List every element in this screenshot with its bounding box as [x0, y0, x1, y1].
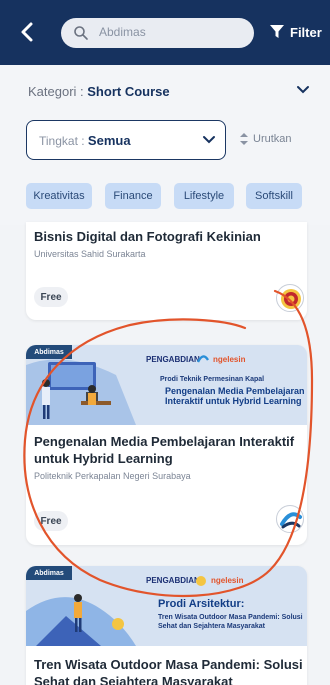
- course-title: Pengenalan Media Pembelajaran Interaktif…: [34, 434, 295, 466]
- university-seal-icon: [281, 289, 301, 309]
- sort-button[interactable]: Urutkan: [240, 133, 292, 145]
- banner-headline: Tren Wisata Outdoor Masa Pandemi: Solusi…: [158, 614, 303, 630]
- kategori-selector[interactable]: Kategori : Short Course: [28, 84, 170, 99]
- search-input[interactable]: Abdimas: [61, 18, 254, 48]
- kategori-label: Kategori :: [28, 84, 88, 99]
- course-institution: Politeknik Perkapalan Negeri Surabaya: [34, 471, 191, 481]
- banner-prodi: Prodi Teknik Permesinan Kapal: [160, 376, 265, 383]
- course-title: Tren Wisata Outdoor Masa Pandemi: Solusi…: [34, 657, 303, 685]
- course-banner: Abdimas PENGABDIAN ngelesin Prodi Arsite…: [26, 566, 307, 646]
- chevron-down-icon: [203, 136, 215, 144]
- filter-button[interactable]: Filter: [270, 20, 322, 44]
- university-logo: [276, 284, 304, 312]
- chip-kreativitas[interactable]: Kreativitas: [26, 183, 92, 209]
- course-card[interactable]: Abdimas PENGABDIAN ngelesin Prodi Teknik…: [26, 345, 307, 545]
- course-institution: Universitas Sahid Surakarta: [34, 249, 146, 259]
- category-tag: Abdimas: [26, 566, 72, 580]
- sort-label: Urutkan: [253, 133, 292, 145]
- banner-headline: Pengenalan Media Pembelajaran Interaktif…: [165, 386, 305, 406]
- banner-prodi: Prodi Arsitektur:: [158, 598, 245, 610]
- course-card[interactable]: Bisnis Digital dan Fotografi Kekinian Un…: [26, 222, 307, 320]
- category-tag: Abdimas: [26, 345, 72, 359]
- filter-label: Filter: [290, 24, 322, 40]
- chip-finance[interactable]: Finance: [105, 183, 161, 209]
- back-arrow-icon[interactable]: [16, 20, 40, 44]
- institution-logo: [276, 505, 304, 533]
- tingkat-label: Tingkat :: [39, 134, 88, 148]
- course-card[interactable]: Abdimas PENGABDIAN ngelesin Prodi Arsite…: [26, 566, 307, 685]
- banner-brand-left: PENGABDIAN: [146, 355, 200, 364]
- course-title: Bisnis Digital dan Fotografi Kekinian: [34, 229, 261, 244]
- search-icon: [74, 26, 88, 40]
- tingkat-value: Semua: [87, 133, 131, 148]
- ngelesin-logo-icon: [196, 576, 206, 586]
- top-bar: Abdimas Filter: [0, 0, 330, 65]
- kategori-value: Short Course: [87, 84, 170, 99]
- course-banner: Abdimas PENGABDIAN ngelesin Prodi Teknik…: [26, 345, 307, 425]
- chip-softskill[interactable]: Softskill: [246, 183, 302, 209]
- swoosh-logo-icon: [280, 512, 302, 529]
- sort-arrows-icon: [240, 133, 248, 145]
- tingkat-label-wrap: Tingkat : Semua: [39, 133, 131, 148]
- price-badge: Free: [34, 511, 68, 531]
- banner-brand-left: PENGABDIAN: [146, 576, 200, 585]
- price-badge: Free: [34, 287, 68, 307]
- chip-lifestyle[interactable]: Lifestyle: [174, 183, 234, 209]
- funnel-icon: [270, 25, 284, 38]
- banner-brand-right: ngelesin: [211, 576, 244, 585]
- ngelesin-logo-icon: [196, 355, 210, 363]
- chevron-down-icon[interactable]: [296, 84, 310, 96]
- search-value: Abdimas: [99, 25, 146, 39]
- banner-brand-right: ngelesin: [213, 355, 246, 364]
- tingkat-dropdown[interactable]: Tingkat : Semua: [26, 120, 226, 160]
